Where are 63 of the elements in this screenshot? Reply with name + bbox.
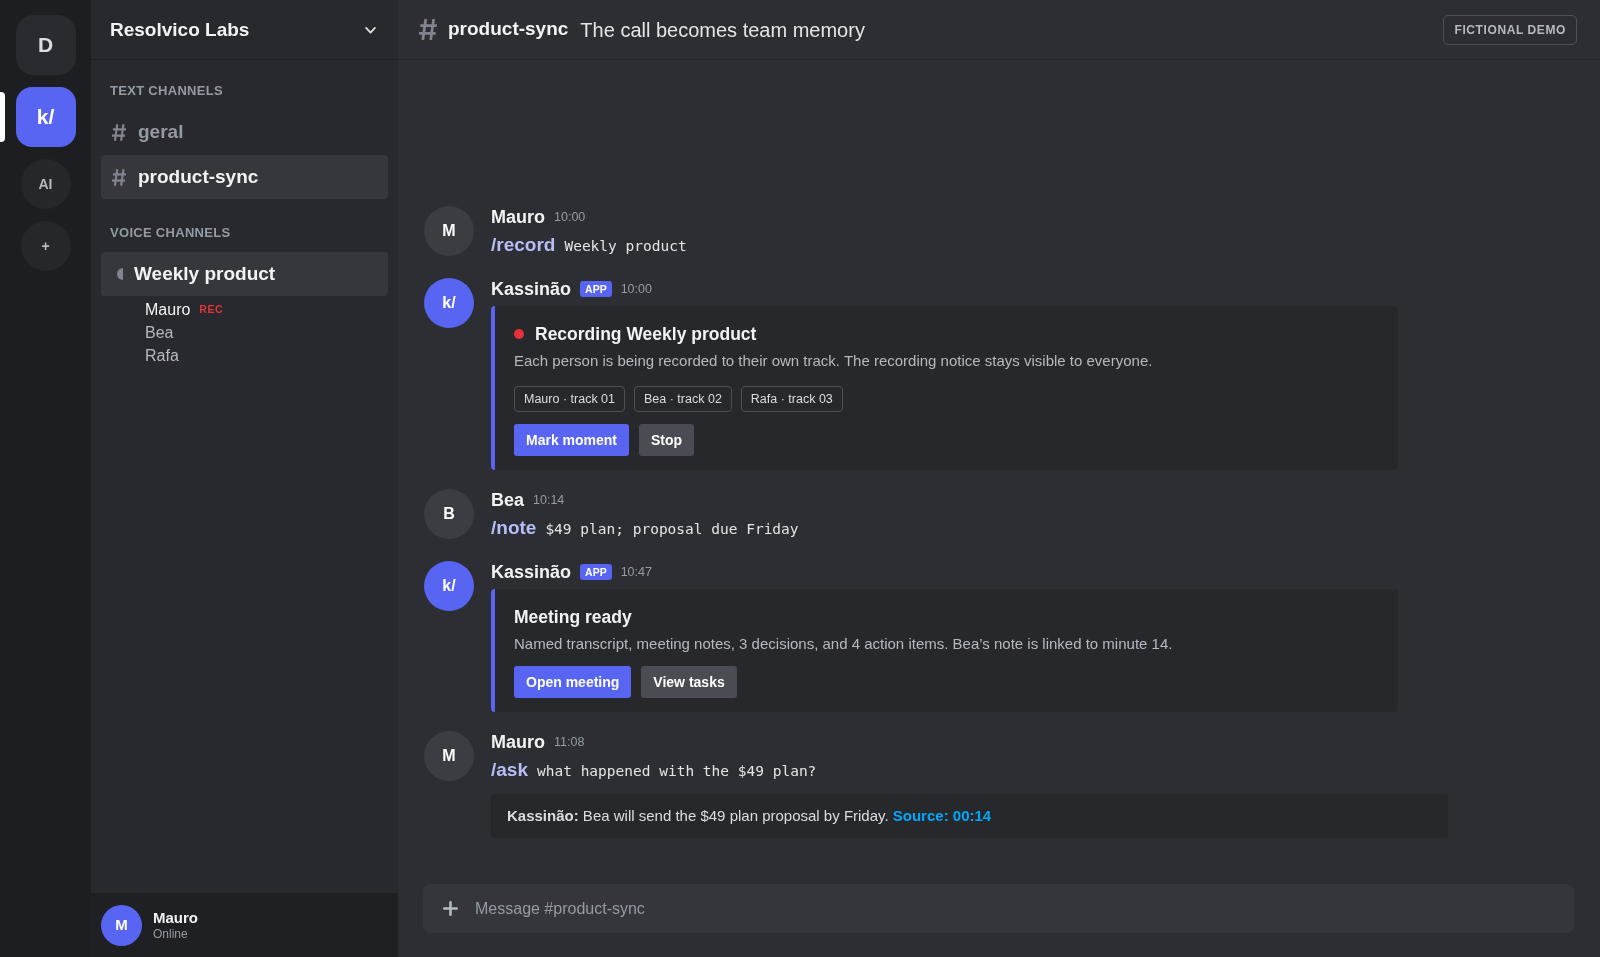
server-menu-button[interactable]: Resolvico Labs [91, 0, 398, 60]
avatar: k/ [424, 278, 474, 328]
plus-icon[interactable] [443, 901, 458, 916]
avatar: M [424, 731, 474, 781]
command-name: /note [491, 516, 537, 540]
section-label: TEXT CHANNELS [109, 82, 224, 100]
server-button[interactable]: k/ [15, 87, 76, 147]
action-button[interactable]: Open meeting [514, 666, 632, 698]
action-button[interactable]: Mark moment [514, 424, 630, 456]
hash-icon [112, 123, 126, 141]
action-button[interactable]: View tasks [641, 666, 737, 698]
author-name[interactable]: Kassinão [491, 275, 572, 303]
author-name[interactable]: Mauro [491, 728, 545, 756]
embed-title: Meeting ready [514, 606, 632, 628]
message-time: 10:47 [620, 563, 652, 581]
avatar: M [424, 206, 474, 256]
command-argument: $49 plan; proposal due Friday [545, 520, 799, 539]
embed-description: Each person is being recorded to their own track. The recording notice stays visible to everyone. [514, 351, 1154, 371]
section-label: VOICE CHANNELS [109, 224, 232, 242]
message-time: 11:08 [554, 733, 585, 751]
embed-description: Named transcript, meeting notes, 3 decisions, and 4 action items. Bea’s note is linked to minute 14. [514, 634, 1174, 654]
avatar: B [424, 489, 474, 539]
answer-text: Kassinão: Bea will send the $49 plan proposal by Friday. Source: 00:14 [507, 805, 992, 826]
avatar: k/ [424, 561, 474, 611]
message-time: 10:14 [533, 491, 565, 509]
chevron-down-icon [365, 27, 376, 34]
hash-icon [112, 168, 126, 186]
member-name[interactable]: Mauro [145, 297, 191, 322]
track-chip: Mauro · track 01 [514, 386, 625, 412]
voice-channel-item[interactable]: Weekly product [101, 252, 388, 296]
user-status: Online [153, 926, 189, 942]
command-argument: Weekly product [564, 237, 687, 256]
channel-title: product-sync [448, 17, 569, 42]
author-name[interactable]: Mauro [491, 203, 545, 231]
message-time: 10:00 [620, 280, 652, 298]
action-button[interactable]: Stop [639, 424, 695, 456]
message-input[interactable]: Message #product-sync [423, 884, 1574, 933]
add-server-button[interactable]: + [20, 221, 71, 271]
command-name: /record [491, 233, 556, 257]
channel-item[interactable]: geral [101, 110, 388, 154]
avatar: M [101, 904, 142, 946]
source-link[interactable]: Source: 00:14 [892, 806, 992, 824]
server-button[interactable]: D [15, 15, 76, 75]
command-argument: what happened with the $49 plan? [537, 762, 817, 781]
channel-topic: The call becomes team memory [580, 17, 865, 43]
app-tag: APP [580, 564, 612, 580]
app-tag: APP [580, 281, 612, 297]
demo-label: FICTIONAL DEMO [1443, 14, 1577, 45]
member-name[interactable]: Bea [145, 320, 174, 345]
member-name[interactable]: Rafa [145, 343, 179, 368]
command-name: /ask [491, 758, 528, 782]
user-name: Mauro [153, 908, 198, 927]
author-name[interactable]: Bea [491, 486, 525, 514]
server-button[interactable]: AI [20, 159, 71, 209]
track-chip: Rafa · track 03 [740, 386, 843, 412]
recording-label: REC [199, 301, 224, 317]
channel-item[interactable]: product-sync [101, 155, 388, 199]
track-chip: Bea · track 02 [634, 386, 732, 412]
author-name[interactable]: Kassinão [491, 558, 572, 586]
hash-icon [419, 19, 437, 40]
message-time: 10:00 [554, 208, 586, 226]
embed-title: Recording Weekly product [535, 323, 757, 345]
selection-indicator [0, 92, 5, 142]
